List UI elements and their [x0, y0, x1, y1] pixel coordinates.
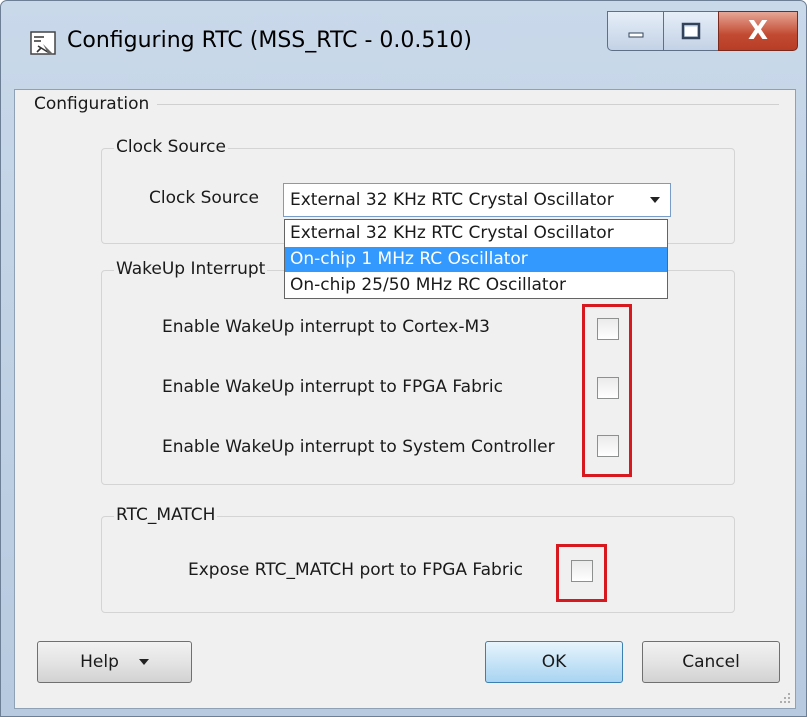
cancel-button[interactable]: Cancel	[642, 641, 780, 683]
checkbox-highlight-box	[582, 304, 632, 477]
maximize-icon	[681, 22, 701, 40]
rtc-match-group-title: RTC_MATCH	[114, 505, 218, 525]
wakeup-fpga-label: Enable WakeUp interrupt to FPGA Fabric	[162, 377, 503, 397]
ok-button[interactable]: OK	[485, 641, 623, 683]
close-button[interactable]: X	[718, 11, 798, 51]
wakeup-interrupt-group-title: WakeUp Interrupt	[114, 259, 268, 279]
window-title: Configuring RTC (MSS_RTC - 0.0.510)	[67, 28, 472, 53]
rtc-match-highlight-box	[556, 544, 607, 602]
chevron-down-icon	[138, 659, 149, 665]
minimize-icon	[628, 32, 643, 38]
help-button-label: Help	[80, 652, 119, 672]
configuration-title: Configuration	[34, 94, 150, 114]
rtc-match-label: Expose RTC_MATCH port to FPGA Fabric	[188, 560, 523, 580]
dialog-body: Configuration Clock Source Clock Source …	[14, 89, 796, 709]
maximize-button[interactable]	[663, 11, 719, 51]
clock-source-dropdown-list: External 32 KHz RTC Crystal Oscillator O…	[284, 219, 668, 299]
resize-grip-icon[interactable]	[779, 692, 791, 704]
clock-source-select[interactable]: External 32 KHz RTC Crystal Oscillator	[283, 183, 671, 217]
chevron-down-icon	[650, 197, 660, 203]
ok-button-label: OK	[541, 652, 567, 672]
clock-source-selected-value: External 32 KHz RTC Crystal Oscillator	[290, 190, 614, 210]
app-icon	[30, 31, 56, 55]
dialog-window: Configuring RTC (MSS_RTC - 0.0.510) X Co…	[0, 0, 807, 717]
dropdown-option-highlighted[interactable]: On-chip 1 MHz RC Oscillator	[285, 247, 667, 272]
cancel-button-label: Cancel	[682, 652, 740, 672]
wakeup-cortex-label: Enable WakeUp interrupt to Cortex-M3	[162, 317, 490, 337]
help-button[interactable]: Help	[37, 641, 192, 683]
minimize-button[interactable]	[607, 11, 664, 51]
dropdown-option[interactable]: On-chip 25/50 MHz RC Oscillator	[285, 273, 667, 298]
close-icon: X	[747, 16, 769, 46]
dropdown-option[interactable]: External 32 KHz RTC Crystal Oscillator	[285, 221, 667, 246]
configuration-divider	[157, 104, 779, 105]
wakeup-system-controller-label: Enable WakeUp interrupt to System Contro…	[162, 437, 555, 457]
clock-source-label: Clock Source	[149, 188, 259, 208]
title-bar[interactable]: Configuring RTC (MSS_RTC - 0.0.510) X	[1, 1, 806, 89]
clock-source-group-title: Clock Source	[114, 137, 228, 157]
